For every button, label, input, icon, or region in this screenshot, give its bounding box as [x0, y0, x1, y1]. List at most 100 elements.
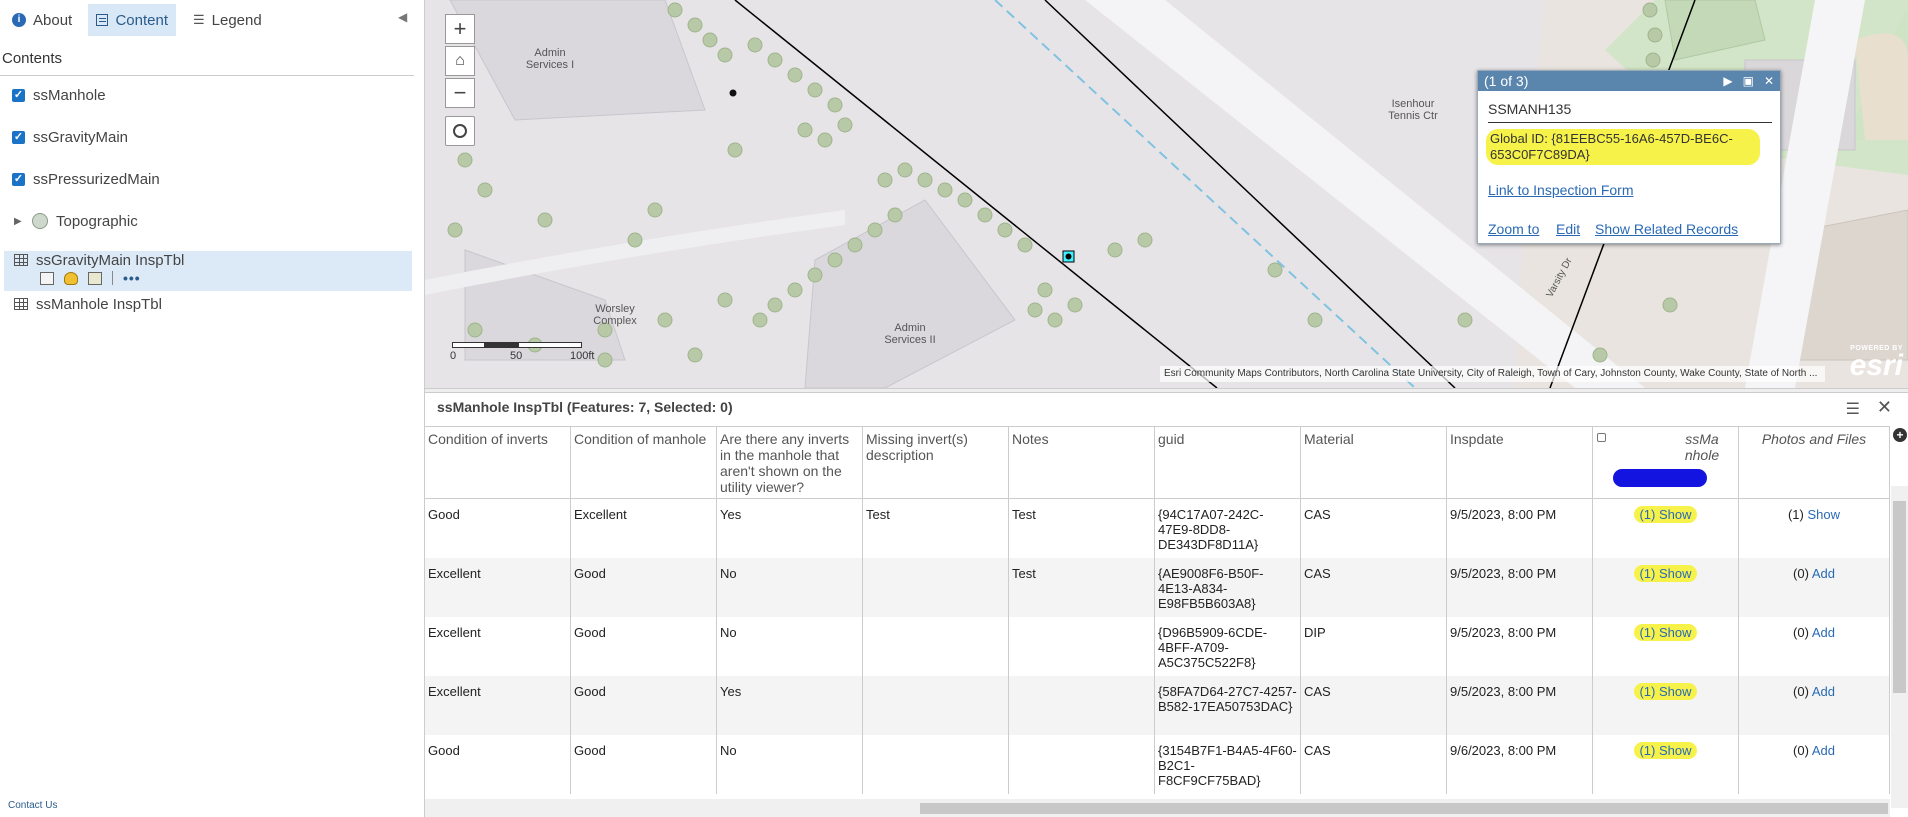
layer-sspressurizedmain[interactable]: ✓ ssPressurizedMain	[12, 167, 160, 191]
table-cell: Test	[1009, 499, 1155, 558]
next-feature-icon[interactable]: ▶	[1723, 74, 1732, 88]
layer-topographic[interactable]: ▶ Topographic	[14, 209, 138, 233]
vertical-scrollbar[interactable]	[1891, 486, 1908, 808]
close-icon[interactable]: ✕	[1764, 74, 1774, 88]
tab-content-label: Content	[115, 11, 168, 29]
table-cell	[1009, 735, 1155, 794]
table-row[interactable]: Excellent Good Yes {58FA7D64-27C7-4257-B582…	[425, 676, 1890, 735]
layer-label: ssPressurizedMain	[33, 170, 160, 188]
contents-title: Contents	[2, 50, 63, 67]
column-header[interactable]: Material	[1301, 427, 1447, 499]
table-cell: Good	[571, 558, 717, 617]
locate-button[interactable]	[445, 116, 475, 146]
table-cell: 9/6/2023, 8:00 PM	[1447, 735, 1593, 794]
open-table-icon[interactable]	[40, 271, 54, 285]
horizontal-scrollbar[interactable]	[425, 799, 1890, 817]
layer-checkbox[interactable]: ✓	[12, 130, 25, 144]
photo-action-link[interactable]: Add	[1812, 566, 1835, 581]
table-cell: Test	[863, 499, 1009, 558]
zoom-to-link[interactable]: Zoom to	[1488, 221, 1539, 237]
column-header[interactable]: guid	[1155, 427, 1301, 499]
show-related-link[interactable]: (1) Show	[1634, 683, 1697, 700]
show-related-link[interactable]: (1) Show	[1634, 742, 1697, 759]
add-column-icon[interactable]: +	[1893, 428, 1907, 442]
tab-about[interactable]: i About	[4, 4, 84, 36]
table-cell: Test	[1009, 558, 1155, 617]
column-header[interactable]: Condition of inverts	[425, 427, 571, 499]
table-cell: Good	[425, 499, 571, 558]
edit-link[interactable]: Edit	[1556, 221, 1580, 237]
show-related-link[interactable]: (1) Show	[1634, 506, 1697, 523]
photo-action-link[interactable]: Add	[1812, 684, 1835, 699]
photo-action-link[interactable]: Show	[1807, 507, 1840, 522]
popup-title: SSMANH135	[1488, 101, 1572, 117]
left-panel: i About Content ☰ Legend ◀ Contents ✓ ss…	[0, 0, 425, 817]
table-cell: 9/5/2023, 8:00 PM	[1447, 617, 1593, 676]
layer-ssgravitymain[interactable]: ✓ ssGravityMain	[12, 125, 128, 149]
more-options-icon[interactable]: •••	[123, 270, 141, 286]
inspection-form-link[interactable]: Link to Inspection Form	[1488, 182, 1634, 198]
related-action: Show	[1658, 507, 1692, 522]
photo-action-link[interactable]: Add	[1812, 625, 1835, 640]
table-cell: CAS	[1301, 558, 1447, 617]
column-header[interactable]: Missing invert(s) description	[863, 427, 1009, 499]
column-header[interactable]: Are there any inverts in the manhole tha…	[717, 427, 863, 499]
divider	[0, 75, 414, 76]
table-ssgravitymain-insptbl[interactable]: ssGravityMain InspTbl	[14, 248, 184, 272]
table-cell: Excellent	[425, 558, 571, 617]
contact-us-link[interactable]: Contact Us	[8, 800, 57, 811]
table-cell: {3154B7F1-B4A5-4F60-B2C1-F8CF9CF75BAD}	[1155, 735, 1301, 794]
show-related-link[interactable]: (1) Show	[1634, 624, 1697, 641]
chart-icon[interactable]	[88, 271, 102, 285]
layer-ssmanhole[interactable]: ✓ ssManhole	[12, 83, 106, 107]
table-menu-icon[interactable]: ☰	[1846, 399, 1860, 419]
layer-checkbox[interactable]: ✓	[12, 88, 25, 102]
show-related-records-link[interactable]: Show Related Records	[1595, 221, 1738, 237]
table-row[interactable]: Good Good No {3154B7F1-B4A5-4F60-B2C1-F8CF9…	[425, 735, 1890, 794]
maximize-icon[interactable]: ▣	[1743, 74, 1754, 88]
popup-controls: ▶ ▣ ✕	[1723, 74, 1774, 88]
tab-legend[interactable]: ☰ Legend	[185, 4, 275, 36]
table-cell: Yes	[717, 676, 863, 735]
table-cell	[863, 676, 1009, 735]
filter-icon[interactable]	[64, 271, 78, 285]
photo-action-link[interactable]: Add	[1812, 743, 1835, 758]
scroll-thumb[interactable]	[1893, 501, 1906, 693]
table-row[interactable]: Excellent Good No Test {AE9008F6-B50F-4E13-A…	[425, 558, 1890, 617]
feature-popup: (1 of 3) ▶ ▣ ✕ SSMANH135 Global ID: {81E…	[1477, 70, 1781, 244]
photo-count: (0)	[1793, 743, 1809, 758]
legend-icon: ☰	[193, 12, 205, 27]
home-button[interactable]: ⌂	[445, 46, 475, 76]
layer-checkbox[interactable]: ✓	[12, 172, 25, 186]
close-icon[interactable]: ✕	[1877, 397, 1892, 418]
layer-label: ssGravityMain	[33, 128, 129, 146]
esri-wordmark: esri	[1849, 349, 1903, 382]
zoom-in-button[interactable]: +	[445, 14, 475, 44]
column-header[interactable]: Condition of manhole	[571, 427, 717, 499]
column-header[interactable]: ssMa nhole	[1593, 427, 1739, 499]
popup-counter: (1 of 3)	[1484, 73, 1529, 89]
table-cell: 9/5/2023, 8:00 PM	[1447, 499, 1593, 558]
table-icon	[14, 298, 28, 310]
collapse-panel-icon[interactable]: ◀	[398, 10, 407, 24]
tab-content[interactable]: Content	[88, 4, 176, 36]
related-count: (1)	[1639, 684, 1656, 699]
photo-count: (0)	[1793, 625, 1809, 640]
tab-about-label: About	[33, 11, 73, 29]
table-row[interactable]: Good Excellent Yes Test Test {94C17A07-242C-4…	[425, 499, 1890, 558]
info-icon: i	[12, 13, 26, 27]
table-ssmanhole-insptbl[interactable]: ssManhole InspTbl	[14, 292, 162, 316]
column-header[interactable]: Inspdate	[1447, 427, 1593, 499]
column-header[interactable]: Notes	[1009, 427, 1155, 499]
expand-icon[interactable]: ▶	[14, 216, 24, 227]
table-row[interactable]: Excellent Good No {D96B5909-6CDE-4BFF-A709-…	[425, 617, 1890, 676]
table-cell: Yes	[717, 499, 863, 558]
map-view[interactable]: + ⌂ − Admin Services I Isenhour Tennis C…	[425, 0, 1908, 388]
scroll-thumb[interactable]	[920, 803, 1888, 814]
table-tools: •••	[40, 270, 141, 286]
table-cell: CAS	[1301, 499, 1447, 558]
table-cell	[863, 558, 1009, 617]
show-related-link[interactable]: (1) Show	[1634, 565, 1697, 582]
column-header[interactable]: Photos and Files	[1739, 427, 1890, 499]
zoom-out-button[interactable]: −	[445, 78, 475, 108]
